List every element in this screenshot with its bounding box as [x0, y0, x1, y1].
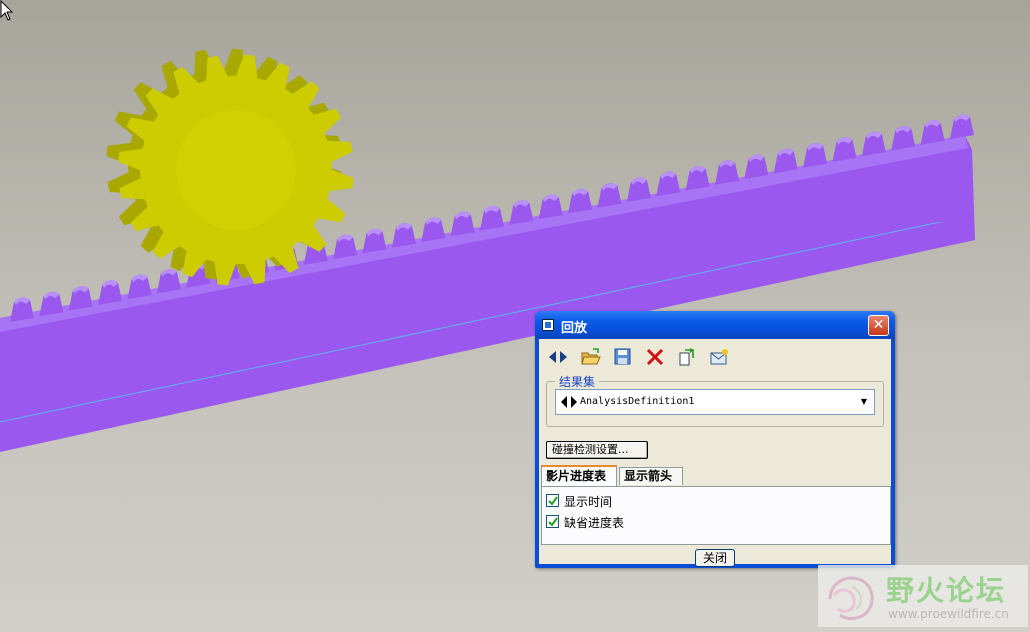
show-time-label: 显示时间 — [564, 495, 613, 509]
nav-arrows-icon[interactable] — [547, 347, 567, 367]
export-icon[interactable] — [677, 347, 697, 367]
save-icon[interactable] — [613, 347, 633, 367]
show-time-checkbox[interactable] — [546, 494, 559, 507]
result-set-legend: 结果集 — [555, 373, 600, 390]
mail-icon[interactable] — [709, 347, 729, 367]
result-set-group: 结果集 AnalysisDefinition1 ▼ — [546, 373, 884, 427]
dialog-client: 结果集 AnalysisDefinition1 ▼ 碰撞检测设置... 影片进度… — [539, 339, 891, 567]
tab-timeline[interactable]: 影片进度表 — [541, 465, 617, 486]
dialog-titlebar[interactable]: 回放 ✕ — [535, 311, 895, 339]
watermark: 野火论坛 www.proewildfire.cn — [818, 565, 1028, 627]
mouse-cursor-icon — [0, 0, 14, 21]
open-folder-icon[interactable] — [581, 347, 601, 367]
watermark-url: www.proewildfire.cn — [888, 607, 1009, 621]
dropdown-arrow-icon[interactable]: ▼ — [856, 392, 872, 412]
gear-hub — [176, 110, 296, 230]
forum-logo-icon — [828, 576, 874, 620]
collision-settings-button[interactable]: 碰撞检测设置... — [546, 441, 648, 459]
nav-arrows-icon[interactable] — [560, 396, 578, 408]
playback-dialog: 回放 ✕ 结果集 AnalysisDefinition1 ▼ 碰撞检测设置...… — [535, 311, 895, 568]
watermark-title: 野火论坛 — [886, 574, 1007, 607]
close-x-icon[interactable]: ✕ — [868, 315, 889, 336]
close-button[interactable]: 关闭 — [695, 549, 735, 567]
result-set-select[interactable]: AnalysisDefinition1 ▼ — [555, 389, 875, 415]
app-icon — [542, 319, 554, 331]
delete-icon[interactable] — [645, 347, 665, 367]
result-set-value: AnalysisDefinition1 — [580, 396, 695, 407]
dialog-title: 回放 — [561, 321, 588, 336]
tab-panel: 显示时间 缺省进度表 — [541, 486, 891, 545]
default-timeline-label: 缺省进度表 — [564, 516, 625, 530]
tab-show-arrows[interactable]: 显示箭头 — [619, 467, 683, 485]
default-timeline-checkbox[interactable] — [546, 515, 559, 528]
